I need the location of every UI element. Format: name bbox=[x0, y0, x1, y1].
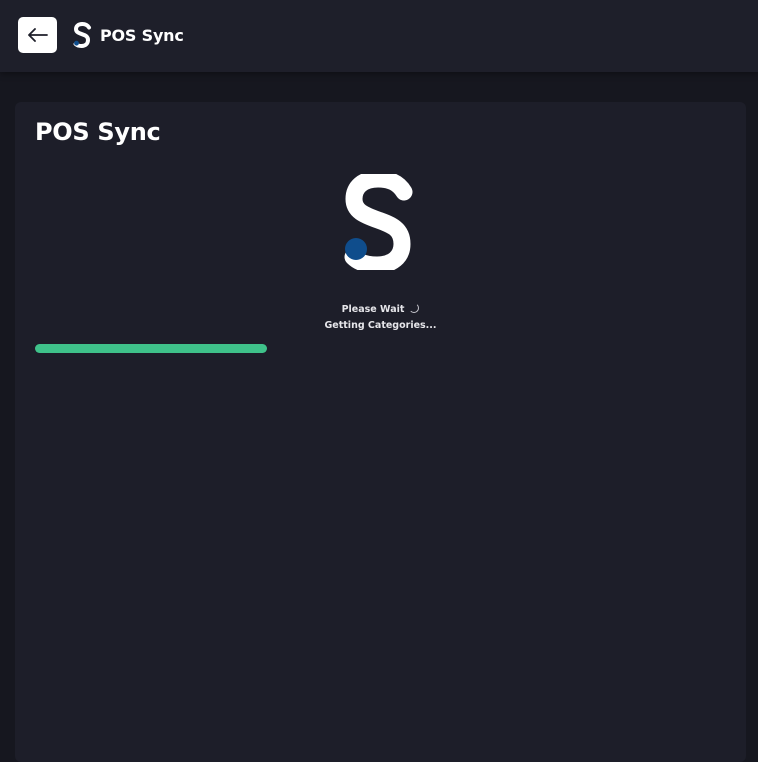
arrow-left-icon bbox=[27, 28, 48, 42]
page-title: POS Sync bbox=[35, 118, 161, 146]
back-button[interactable] bbox=[18, 17, 57, 53]
app-title: POS Sync bbox=[100, 25, 184, 45]
s-logo-icon bbox=[344, 174, 413, 270]
s-logo-icon bbox=[73, 22, 91, 48]
status-line-2: Getting Categories... bbox=[324, 320, 437, 331]
status-message: Please Wait Getting Categories... bbox=[15, 302, 746, 334]
please-wait-text: Please Wait bbox=[341, 304, 405, 315]
sync-card: POS Sync Please Wait Getting Categories.… bbox=[15, 102, 746, 762]
status-line-1: Please Wait bbox=[15, 302, 746, 318]
top-bar: POS Sync bbox=[0, 0, 758, 72]
progress-fill bbox=[35, 344, 268, 353]
progress-bar bbox=[35, 344, 726, 353]
brand: POS Sync bbox=[72, 21, 184, 49]
spinner-icon bbox=[409, 303, 420, 313]
